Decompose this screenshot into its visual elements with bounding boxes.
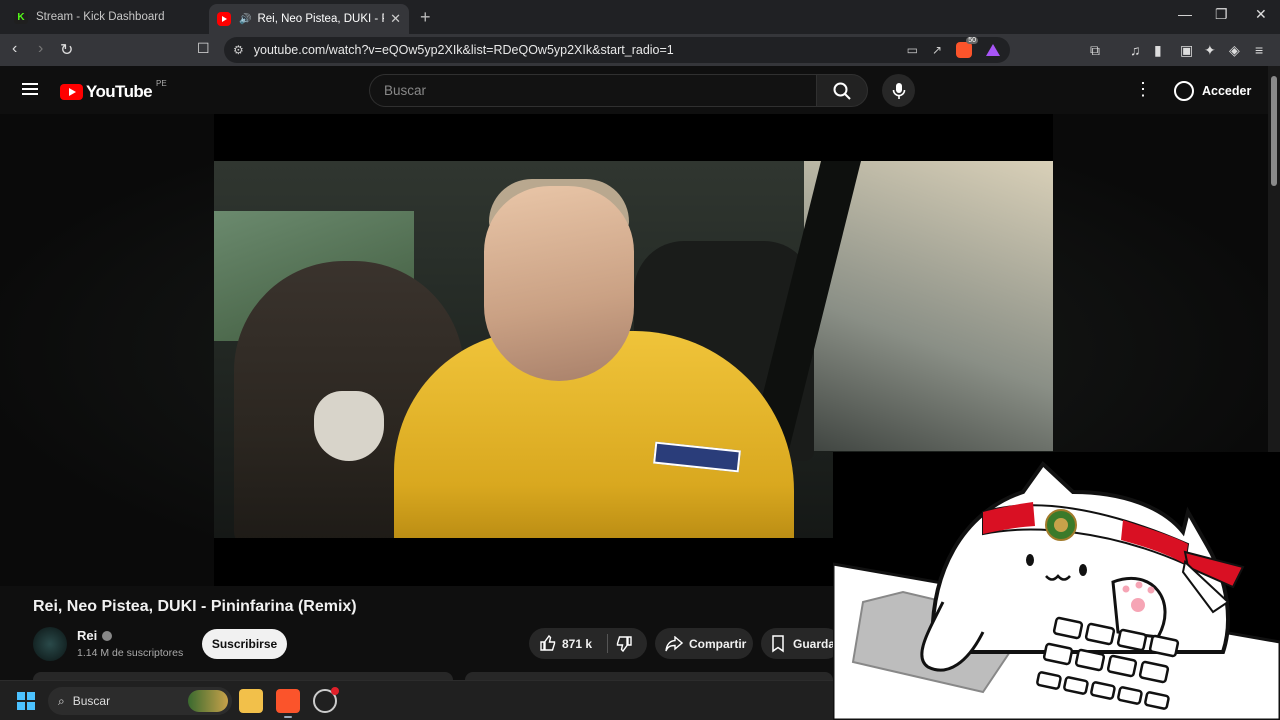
menu-icon[interactable]: ≡ [1255,42,1263,58]
like-divider [607,634,608,653]
reload-icon[interactable]: ↻ [60,40,73,60]
bongo-cat-illustration [833,460,1280,720]
vpn-icon[interactable]: ◈ [1229,42,1240,59]
bookmark-icon[interactable]: ☐ [197,40,210,57]
search-icon [833,82,851,100]
cast-icon[interactable]: ▭ [907,43,918,57]
search-input[interactable] [370,75,816,106]
logo-text: YouTube [86,82,153,101]
youtube-logo[interactable]: YouTube PE [60,78,167,102]
voice-search-button[interactable] [882,74,915,107]
save-button[interactable]: Guardar [761,628,841,659]
browser-toolbar: ‹ › ↻ ☐ ⚙ youtube.com/watch?v=eQOw5yp2XI… [0,34,1280,66]
windows-taskbar: ⌕ Buscar [0,680,833,720]
search-box [369,74,816,107]
search-icon: ⌕ [58,693,65,708]
video-title: Rei, Neo Pistea, DUKI - Pininfarina (Rem… [33,598,357,615]
verified-icon [102,630,113,641]
speaker-icon[interactable]: 🔊 [239,14,251,25]
like-count: 871 k [562,637,593,651]
share-label: Compartir [689,636,747,651]
hamburger-menu-icon[interactable] [22,83,38,95]
close-window-icon[interactable]: ✕ [1255,6,1267,23]
more-options-icon[interactable]: ⋮ [1134,80,1152,98]
back-icon[interactable]: ‹ [12,40,17,58]
thumbs-down-icon [616,636,632,653]
microphone-icon [892,82,905,99]
close-tab-icon[interactable]: ✕ [390,11,401,27]
tab-kick-dashboard[interactable]: K Stream - Kick Dashboard [6,4,206,30]
windows-start-icon[interactable] [17,692,35,710]
taskbar-search[interactable]: ⌕ Buscar [48,687,232,715]
video-scene-driver-head [484,186,634,381]
brave-shields-icon[interactable]: 50 [956,37,978,58]
country-code: PE [156,78,167,88]
screenshot-icon[interactable]: ⧉ [1090,42,1100,59]
url-text[interactable]: youtube.com/watch?v=eQOw5yp2XIk&list=RDe… [254,43,907,57]
tab-title: Rei, Neo Pistea, DUKI - Pininfarina [257,13,384,25]
channel-name-text[interactable]: Rei [77,628,97,643]
leo-ai-icon[interactable]: ✦ [1204,42,1216,59]
thumbs-up-icon [540,634,556,651]
comments-panel-top [465,672,833,680]
restore-icon[interactable]: ❐ [1215,6,1228,23]
file-explorer-icon[interactable] [239,689,263,713]
share-button[interactable]: Compartir [655,628,753,659]
dislike-button[interactable] [615,635,633,656]
address-bar[interactable]: ⚙ youtube.com/watch?v=eQOw5yp2XIk&list=R… [224,37,1010,63]
scrollbar-thumb[interactable] [1271,76,1277,186]
subscriber-count: 1.14 M de suscriptores [77,647,184,659]
bookmark-save-icon [772,634,784,652]
search-highlight-image [188,690,228,712]
wallet-icon[interactable]: ▣ [1180,42,1193,59]
app-icon[interactable] [313,687,339,713]
browser-tab-strip: K Stream - Kick Dashboard 🔊 Rei, Neo Pis… [0,0,1280,34]
youtube-header: YouTube PE ⋮ Acceder [0,66,1268,114]
brave-rewards-icon[interactable] [986,44,1000,56]
search-button[interactable] [816,74,868,107]
tab-title: Stream - Kick Dashboard [36,11,165,23]
brave-badge: 50 [966,37,978,44]
sign-in-button[interactable]: Acceder [1166,76,1259,106]
tab-youtube-video[interactable]: 🔊 Rei, Neo Pistea, DUKI - Pininfarina ✕ [209,4,409,34]
like-button[interactable] [539,634,557,655]
forward-icon[interactable]: › [38,40,43,58]
new-tab-icon[interactable]: + [420,7,431,28]
share-icon [665,635,683,651]
notification-dot [331,687,339,695]
account-icon [1174,81,1194,101]
minimize-icon[interactable]: — [1178,6,1192,22]
site-settings-icon[interactable]: ⚙ [233,43,244,57]
like-dislike-group: 871 k [529,628,647,659]
sidebar-icon[interactable]: ▮ [1154,42,1162,59]
share-page-icon[interactable]: ↗ [932,43,942,57]
video-scene-logo [314,391,384,461]
youtube-icon [217,12,231,26]
kick-icon: K [14,10,28,24]
brave-browser-icon[interactable] [276,689,300,718]
sign-in-label: Acceder [1202,84,1252,98]
description-panel-top [33,672,453,680]
channel-name[interactable]: Rei [77,628,113,643]
music-icon[interactable]: ♫ [1130,42,1141,58]
bongo-cat-overlay [833,452,1280,720]
channel-avatar[interactable] [33,627,67,661]
subscribe-button[interactable]: Suscribirse [202,629,287,659]
youtube-play-icon [60,84,83,100]
taskbar-search-label: Buscar [72,694,111,708]
